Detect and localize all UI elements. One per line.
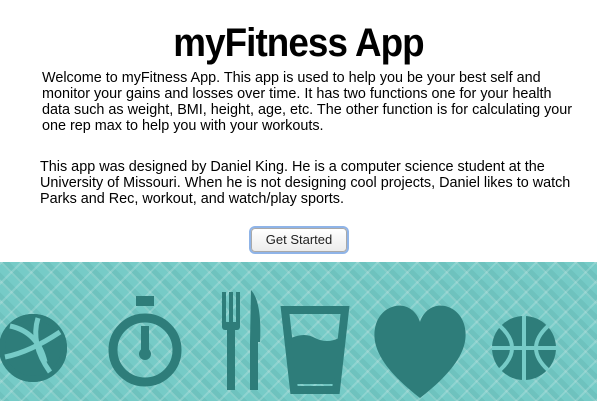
app-window: myFitness App Welcome to myFitness App. … [0,0,597,401]
heart-icon [374,305,466,398]
fitness-icons-banner [0,262,597,401]
page-title: myFitness App [173,21,424,65]
get-started-button[interactable]: Get Started [251,228,347,252]
water-glass-icon [280,306,350,394]
stopwatch-icon [108,296,182,387]
intro-paragraph: Welcome to myFitness App. This app is us… [42,70,573,134]
volleyball-icon [0,314,67,382]
basketball-icon [492,316,556,380]
about-paragraph: This app was designed by Daniel King. He… [40,159,571,207]
fork-knife-icon [222,290,261,390]
